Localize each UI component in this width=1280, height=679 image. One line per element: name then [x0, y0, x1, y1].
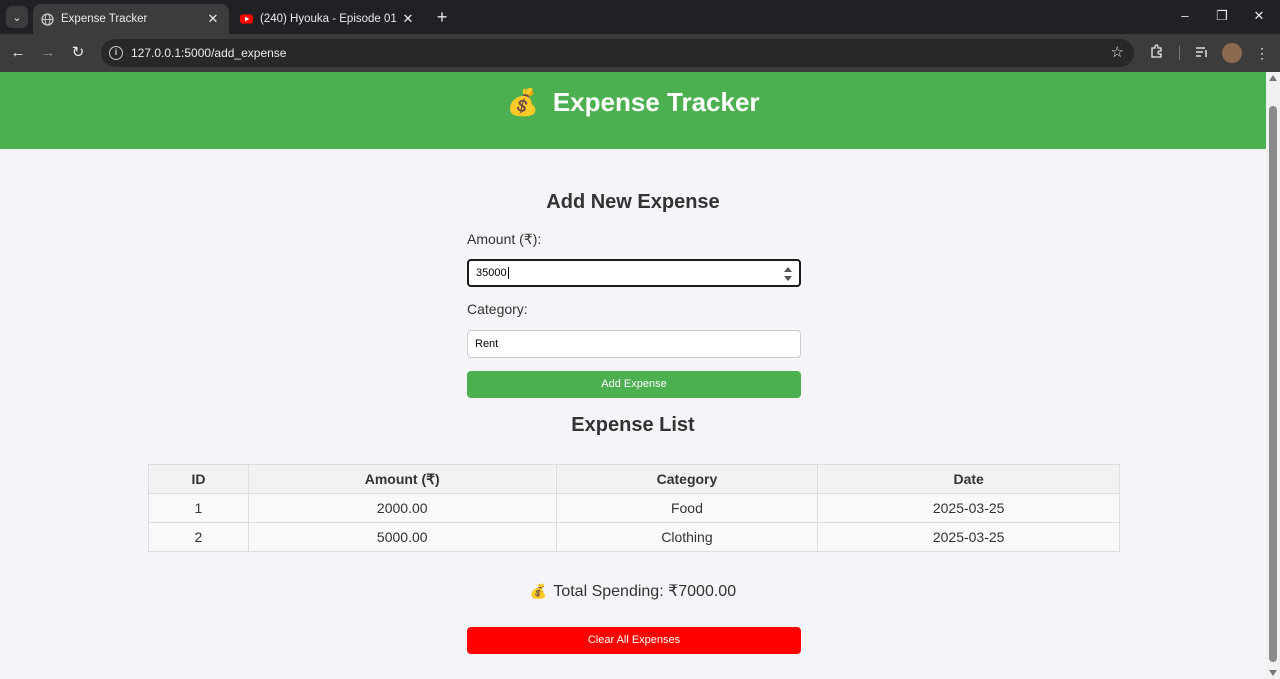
- column-header-id: ID: [148, 464, 249, 494]
- cell-amount: 5000.00: [247, 522, 557, 552]
- column-header-category: Category: [555, 464, 819, 494]
- reload-icon[interactable]: ↻: [67, 42, 89, 64]
- back-arrow-icon[interactable]: ←: [7, 42, 29, 64]
- scroll-up-arrow-icon[interactable]: [1269, 75, 1277, 81]
- tab-expense-tracker[interactable]: Expense Tracker ✕: [33, 4, 229, 34]
- table-row: 2 5000.00 Clothing 2025-03-25: [148, 522, 1120, 552]
- tab-title: (240) Hyouka - Episode 01 [Eng: [260, 13, 400, 25]
- number-spinner-icon[interactable]: [784, 267, 792, 281]
- scrollbar-thumb[interactable]: [1269, 106, 1277, 662]
- category-input[interactable]: Rent: [467, 330, 801, 358]
- money-bag-icon: 💰: [506, 88, 539, 118]
- media-queue-icon[interactable]: [1192, 43, 1212, 63]
- browser-toolbar: ← → ↻ i 127.0.0.1:5000/add_expense ☆ ⋮: [0, 34, 1280, 72]
- cell-id: 2: [148, 522, 249, 552]
- page-title: 💰 Expense Tracker: [0, 87, 1266, 118]
- total-spending: 💰 Total Spending: ₹7000.00: [0, 581, 1266, 601]
- add-expense-button[interactable]: Add Expense: [467, 371, 801, 398]
- table-row: 1 2000.00 Food 2025-03-25: [148, 493, 1120, 523]
- globe-icon: [41, 12, 54, 26]
- column-header-date: Date: [817, 464, 1120, 494]
- page-scrollbar[interactable]: [1266, 72, 1280, 679]
- category-label: Category:: [467, 301, 528, 317]
- tab-title: Expense Tracker: [61, 13, 148, 25]
- browser-tab-bar: ⌄ Expense Tracker ✕ (240) Hyouka - Episo…: [0, 0, 1280, 34]
- expense-table: ID Amount (₹) Category Date 1 2000.00 Fo…: [148, 464, 1120, 552]
- minimize-icon[interactable]: –: [1170, 6, 1200, 26]
- extensions-puzzle-icon[interactable]: [1147, 43, 1167, 63]
- table-header-row: ID Amount (₹) Category Date: [148, 464, 1120, 494]
- amount-value: 35000: [476, 267, 507, 279]
- menu-dots-icon[interactable]: ⋮: [1252, 43, 1272, 63]
- tab-youtube[interactable]: (240) Hyouka - Episode 01 [Eng ✕: [232, 4, 424, 34]
- new-tab-plus-icon[interactable]: +: [432, 7, 452, 27]
- cell-category: Food: [555, 493, 819, 523]
- amount-label: Amount (₹):: [467, 231, 542, 247]
- url-text: 127.0.0.1:5000/add_expense: [131, 46, 287, 60]
- page-title-text: Expense Tracker: [552, 87, 760, 117]
- bookmark-star-icon[interactable]: ☆: [1111, 43, 1124, 61]
- cell-date: 2025-03-25: [817, 493, 1120, 523]
- category-value: Rent: [475, 338, 499, 350]
- page-viewport: 💰 Expense Tracker Add New Expense Amount …: [0, 72, 1266, 679]
- cell-id: 1: [148, 493, 249, 523]
- money-bag-icon: 💰: [529, 584, 548, 600]
- expense-list-heading: Expense List: [571, 414, 695, 436]
- cell-category: Clothing: [555, 522, 819, 552]
- restore-icon[interactable]: ❐: [1207, 6, 1237, 26]
- close-tab-icon[interactable]: ✕: [205, 11, 221, 27]
- total-spending-text: Total Spending: ₹7000.00: [553, 583, 737, 600]
- column-header-amount: Amount (₹): [247, 464, 557, 494]
- close-tab-icon[interactable]: ✕: [400, 11, 416, 27]
- tab-search-chevron-icon[interactable]: ⌄: [6, 6, 28, 28]
- profile-avatar[interactable]: [1222, 43, 1242, 63]
- cell-date: 2025-03-25: [817, 522, 1120, 552]
- youtube-icon: [240, 13, 253, 26]
- close-window-icon[interactable]: ✕: [1244, 6, 1274, 26]
- forward-arrow-icon[interactable]: →: [37, 42, 59, 64]
- clear-all-expenses-button[interactable]: Clear All Expenses: [467, 627, 801, 654]
- cell-amount: 2000.00: [247, 493, 557, 523]
- amount-input[interactable]: 35000: [467, 259, 801, 287]
- add-expense-heading: Add New Expense: [546, 191, 720, 213]
- scroll-down-arrow-icon[interactable]: [1269, 670, 1277, 676]
- site-info-icon[interactable]: i: [109, 46, 123, 60]
- app-header: 💰 Expense Tracker: [0, 72, 1266, 149]
- text-cursor: [507, 267, 509, 279]
- address-bar[interactable]: i 127.0.0.1:5000/add_expense ☆: [101, 39, 1134, 67]
- toolbar-divider: [1179, 46, 1180, 60]
